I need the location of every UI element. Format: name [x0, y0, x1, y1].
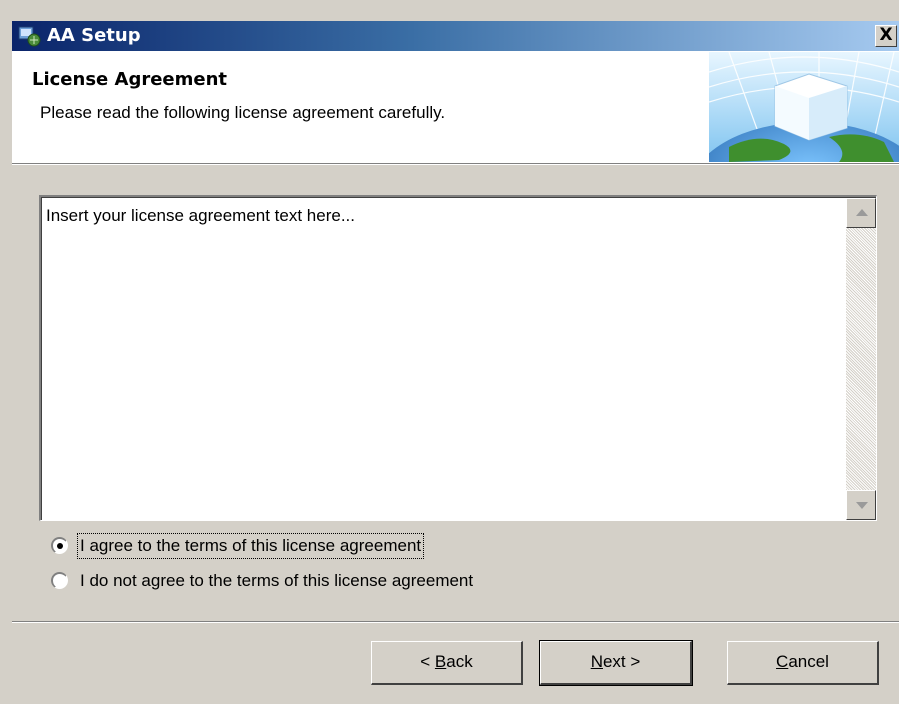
page-title: License Agreement: [32, 69, 228, 90]
next-button-mnemonic: N: [590, 652, 603, 671]
agree-label[interactable]: I agree to the terms of this license agr…: [76, 533, 425, 559]
cancel-button[interactable]: Cancel: [727, 641, 879, 685]
setup-app-icon: [18, 26, 41, 47]
scroll-down-arrow-icon: [856, 502, 868, 509]
license-text-area[interactable]: Insert your license agreement text here.…: [39, 195, 877, 521]
back-button-label: ack: [446, 652, 473, 671]
cancel-button-mnemonic: C: [776, 652, 789, 671]
disagree-label[interactable]: I do not agree to the terms of this lice…: [80, 569, 473, 593]
license-text: Insert your license agreement text here.…: [46, 206, 355, 225]
radio-selected-dot: [57, 543, 63, 549]
title-bar[interactable]: AA Setup X: [12, 21, 899, 51]
window-title: AA Setup: [47, 25, 141, 46]
next-button-label: ext >: [602, 652, 641, 671]
agree-radio[interactable]: [51, 537, 68, 554]
scroll-up-button[interactable]: [846, 198, 876, 228]
banner-divider: [12, 164, 899, 165]
setup-window: AA Setup X License Agreement Please read…: [0, 0, 899, 704]
globe-cube-banner-art: [709, 52, 899, 162]
page-subtitle: Please read the following license agreem…: [40, 103, 446, 122]
back-button-mnemonic: B: [434, 652, 447, 671]
scroll-up-arrow-icon: [856, 209, 868, 216]
disagree-radio[interactable]: [51, 572, 68, 589]
header-banner: License Agreement Please read the follow…: [12, 51, 899, 164]
footer-divider-highlight: [12, 622, 899, 623]
close-button[interactable]: X: [875, 25, 897, 47]
scroll-down-button[interactable]: [846, 490, 876, 520]
close-icon: X: [879, 25, 893, 45]
cancel-button-label: ancel: [788, 652, 829, 671]
back-button-prefix: <: [420, 652, 435, 671]
back-button[interactable]: < Back: [371, 641, 523, 685]
next-button[interactable]: Next >: [539, 640, 693, 686]
vertical-scrollbar[interactable]: [846, 198, 876, 520]
